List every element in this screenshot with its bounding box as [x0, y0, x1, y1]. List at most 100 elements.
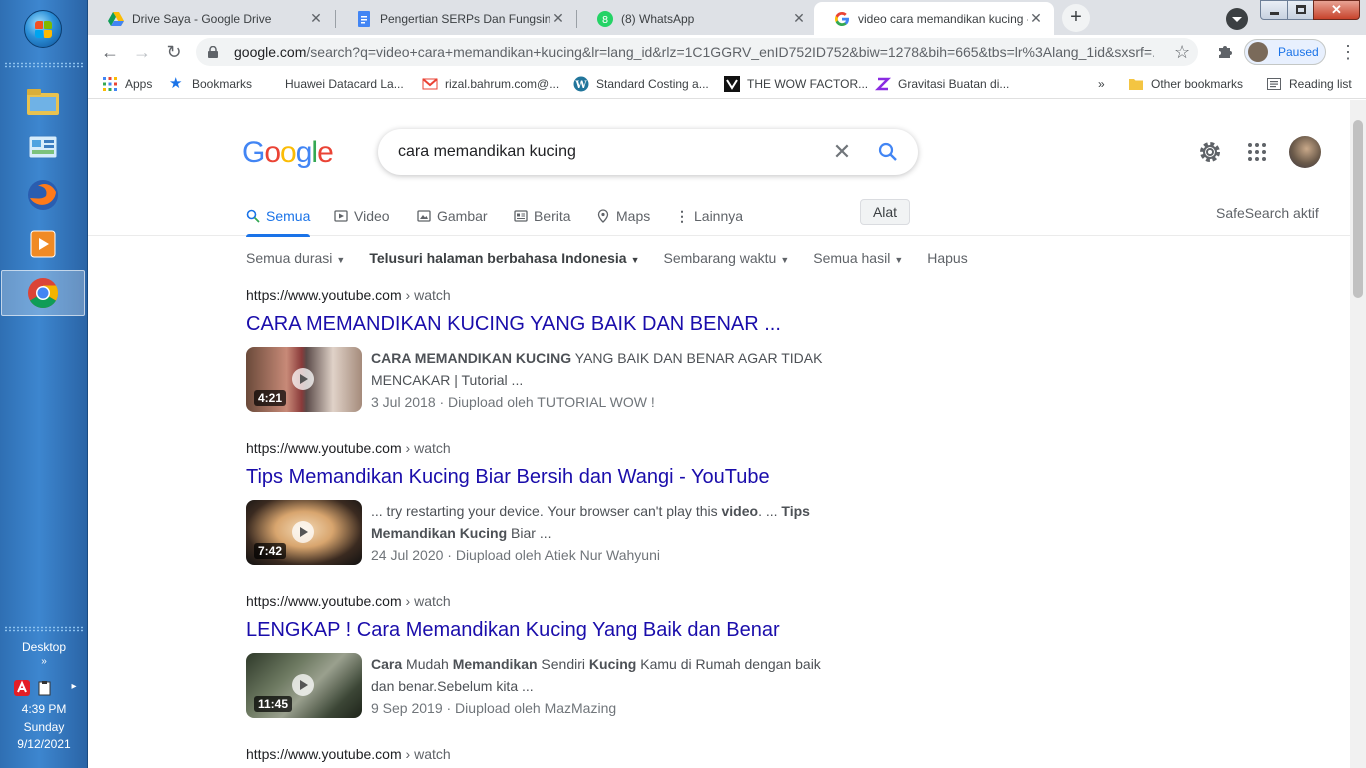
taskbar-grip-bottom[interactable]	[4, 626, 84, 632]
clock-day[interactable]: Sunday	[0, 720, 88, 734]
zenius-icon	[875, 77, 891, 91]
result-date: 3 Jul 2018 · Diupload oleh TUTORIAL WOW …	[371, 394, 655, 410]
bookmark-apps[interactable]: Apps	[102, 75, 152, 93]
tab-lainnya[interactable]: ⋮ Lainnya	[675, 204, 743, 228]
tab-berita[interactable]: Berita	[514, 204, 571, 228]
close-icon[interactable]: ✕	[308, 10, 324, 27]
bookmark-standard-costing[interactable]: W Standard Costing a...	[573, 75, 709, 93]
result-url-host: https://www.youtube.com	[246, 593, 402, 609]
forward-button[interactable]: →	[130, 40, 154, 64]
bookmark-other[interactable]: Other bookmarks	[1128, 75, 1243, 93]
result-date: 9 Sep 2019 · Diupload oleh MazMazing	[371, 700, 617, 716]
reload-button[interactable]: ↻	[162, 40, 186, 64]
page-scrollbar[interactable]	[1350, 100, 1366, 768]
tab-title: (8) WhatsApp	[621, 11, 695, 26]
tab-pengertian-serps[interactable]: Pengertian SERPs Dan Fungsinya ✕	[336, 2, 576, 35]
profile-button[interactable]: Paused	[1244, 39, 1326, 65]
bookmarks-overflow-button[interactable]: »	[1098, 75, 1105, 93]
tab-video-cara-memandikan[interactable]: video cara memandikan kucing - ✕	[814, 2, 1054, 35]
arrow-right-icon: →	[133, 42, 151, 62]
taskbar-grip[interactable]	[4, 62, 84, 68]
extensions-puzzle-icon[interactable]	[1216, 43, 1234, 61]
tools-button[interactable]: Alat	[860, 199, 910, 225]
video-thumbnail[interactable]: 11:45	[246, 653, 362, 718]
taskbar-explorer[interactable]	[14, 82, 72, 122]
minimize-button[interactable]	[1260, 0, 1288, 20]
tab-video[interactable]: Video	[334, 204, 390, 228]
safesearch-status[interactable]: SafeSearch aktif	[1216, 205, 1319, 221]
scrollbar-thumb[interactable]	[1353, 120, 1363, 298]
clock-time[interactable]: 4:39 PM	[0, 702, 88, 716]
close-icon[interactable]: ✕	[550, 10, 566, 27]
chevron-down-icon[interactable]: »	[0, 656, 88, 667]
lock-icon[interactable]	[208, 46, 218, 58]
result-url[interactable]: https://www.youtube.com › watch	[246, 440, 866, 460]
clear-search-icon[interactable]: ✕	[832, 139, 852, 165]
tab-label: Lainnya	[694, 208, 744, 224]
tab-search-icon[interactable]	[1225, 7, 1249, 31]
taskbar-control-panel[interactable]	[14, 128, 72, 168]
restore-button[interactable]	[1287, 0, 1314, 20]
folder-icon	[1129, 79, 1143, 90]
start-button[interactable]	[24, 10, 62, 48]
filter-label: Semua hasil	[813, 250, 891, 266]
tab-whatsapp[interactable]: 8 (8) WhatsApp ✕	[577, 2, 817, 35]
tab-google-drive[interactable]: Drive Saya - Google Drive ✕	[88, 2, 334, 35]
bookmark-star-icon[interactable]: ☆	[1174, 42, 1190, 63]
bookmark-gmail[interactable]: rizal.bahrum.com@...	[422, 75, 559, 93]
tab-maps[interactable]: Maps	[596, 204, 650, 228]
tab-semua[interactable]: Semua	[246, 204, 311, 237]
back-button[interactable]: ←	[98, 40, 122, 64]
google-logo[interactable]: Google	[242, 136, 334, 170]
taskbar-chrome[interactable]	[1, 270, 85, 316]
reading-list-button[interactable]: Reading list	[1266, 75, 1352, 93]
image-icon	[417, 210, 431, 222]
filter-results[interactable]: Semua hasil ▼	[813, 250, 903, 266]
close-icon: ✕	[1331, 2, 1342, 17]
result-date: 24 Jul 2020 · Diupload oleh Atiek Nur Wa…	[371, 547, 660, 563]
settings-gear-icon[interactable]	[1198, 140, 1222, 164]
menu-button[interactable]: ⋮	[1336, 40, 1360, 64]
result-url[interactable]: https://www.youtube.com › watch	[246, 746, 866, 766]
result-url[interactable]: https://www.youtube.com › watch	[246, 287, 866, 307]
filter-language[interactable]: Telusuri halaman berbahasa Indonesia ▼	[369, 250, 639, 266]
close-icon[interactable]: ✕	[791, 10, 807, 27]
profile-status: Paused	[1278, 45, 1319, 59]
result-url[interactable]: https://www.youtube.com › watch	[246, 593, 866, 613]
taskbar-media-player[interactable]	[14, 224, 72, 264]
url-text[interactable]: google.com/search?q=video+cara+memandika…	[234, 44, 1154, 60]
filter-clear[interactable]: Hapus	[927, 250, 967, 266]
video-thumbnail[interactable]: 4:21	[246, 347, 362, 412]
tab-gambar[interactable]: Gambar	[417, 204, 488, 228]
avira-icon[interactable]	[14, 680, 30, 696]
close-window-button[interactable]: ✕	[1313, 0, 1360, 20]
snippet-highlight: CARA MEMANDIKAN KUCING	[371, 350, 572, 366]
search-box[interactable]: cara memandikan kucing ✕	[378, 129, 918, 175]
desktop-toolbar-label[interactable]: Desktop	[0, 640, 88, 654]
play-icon	[292, 521, 314, 543]
result-title[interactable]: CARA MEMANDIKAN KUCING YANG BAIK DAN BEN…	[246, 313, 866, 339]
clipboard-icon[interactable]	[37, 680, 53, 696]
clock-date[interactable]: 9/12/2021	[0, 737, 88, 751]
bookmark-gravitasi[interactable]: Gravitasi Buatan di...	[875, 75, 1009, 93]
firefox-icon	[28, 180, 58, 210]
filter-time[interactable]: Sembarang waktu ▼	[664, 250, 790, 266]
bookmark-wow-factor[interactable]: THE WOW FACTOR...	[724, 75, 868, 93]
result-title[interactable]: Tips Memandikan Kucing Biar Bersih dan W…	[246, 466, 866, 492]
show-hidden-icons-icon[interactable]: ▸	[66, 681, 82, 692]
search-input[interactable]: cara memandikan kucing	[398, 143, 832, 161]
close-icon[interactable]: ✕	[1028, 10, 1044, 27]
result-title[interactable]: LENGKAP ! Cara Memandikan Kucing Yang Ba…	[246, 619, 866, 645]
bookmark-huawei[interactable]: Huawei Datacard La...	[268, 75, 404, 93]
new-tab-button[interactable]: +	[1062, 4, 1090, 32]
bookmark-bookmarks[interactable]: ★ Bookmarks	[169, 75, 252, 93]
search-icon[interactable]	[878, 142, 898, 162]
filter-label: Telusuri halaman berbahasa Indonesia	[369, 250, 627, 266]
taskbar-firefox[interactable]	[14, 175, 72, 215]
google-apps-icon[interactable]	[1245, 140, 1269, 164]
video-thumbnail[interactable]: 7:42	[246, 500, 362, 565]
google-icon	[835, 11, 849, 26]
filter-duration[interactable]: Semua durasi ▼	[246, 250, 345, 266]
address-bar[interactable]: google.com/search?q=video+cara+memandika…	[196, 38, 1198, 66]
account-avatar[interactable]	[1289, 136, 1321, 168]
